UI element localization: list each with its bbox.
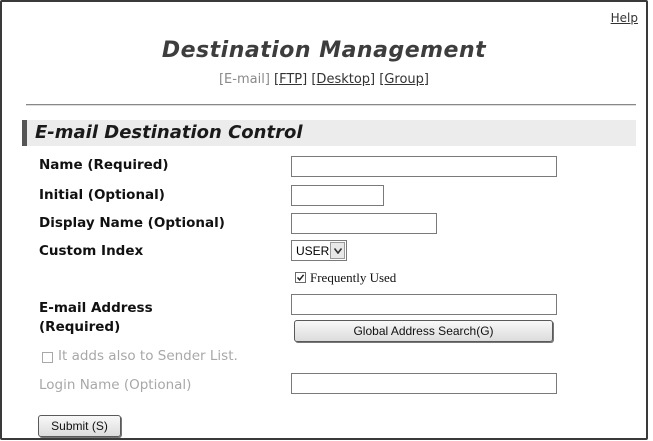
email-input[interactable]: [291, 294, 557, 315]
display-name-label: Display Name (Optional): [39, 215, 225, 231]
header-divider: [26, 104, 636, 106]
add-sender-label: It adds also to Sender List.: [58, 348, 238, 364]
custom-index-label: Custom Index: [39, 243, 144, 259]
section-header: E-mail Destination Control: [22, 120, 636, 146]
tab-desktop[interactable]: [Desktop]: [311, 72, 375, 87]
frequently-used-label: Frequently Used: [310, 270, 397, 285]
tab-ftp[interactable]: [FTP]: [274, 72, 307, 87]
page-title: Destination Management: [161, 38, 487, 63]
tab-email: [E-mail]: [218, 72, 270, 87]
submit-button[interactable]: Submit (S): [38, 415, 121, 437]
name-label: Name (Required): [39, 157, 169, 173]
initial-label: Initial (Optional): [39, 187, 165, 203]
login-name-label: Login Name (Optional): [39, 377, 192, 393]
section-title: E-mail Destination Control: [35, 122, 303, 143]
email-label-required: (Required): [39, 319, 121, 335]
name-input[interactable]: [291, 156, 557, 177]
global-address-search-button[interactable]: Global Address Search(G): [294, 320, 553, 342]
add-sender-checkbox[interactable]: [42, 352, 53, 363]
tab-group[interactable]: [Group]: [379, 72, 429, 87]
custom-index-select[interactable]: USER 1: [291, 240, 347, 261]
display-name-input[interactable]: [291, 213, 437, 234]
initial-input[interactable]: [291, 185, 384, 206]
email-label: E-mail Address: [39, 300, 153, 316]
frequently-used-checkbox[interactable]: [295, 272, 306, 283]
chevron-down-icon[interactable]: [330, 242, 345, 259]
page-frame: Help Destination Management [E-mail] [FT…: [0, 0, 648, 440]
help-link[interactable]: Help: [611, 11, 638, 25]
destination-tabs: [E-mail] [FTP] [Desktop] [Group]: [2, 72, 646, 87]
login-name-input[interactable]: [291, 373, 557, 394]
